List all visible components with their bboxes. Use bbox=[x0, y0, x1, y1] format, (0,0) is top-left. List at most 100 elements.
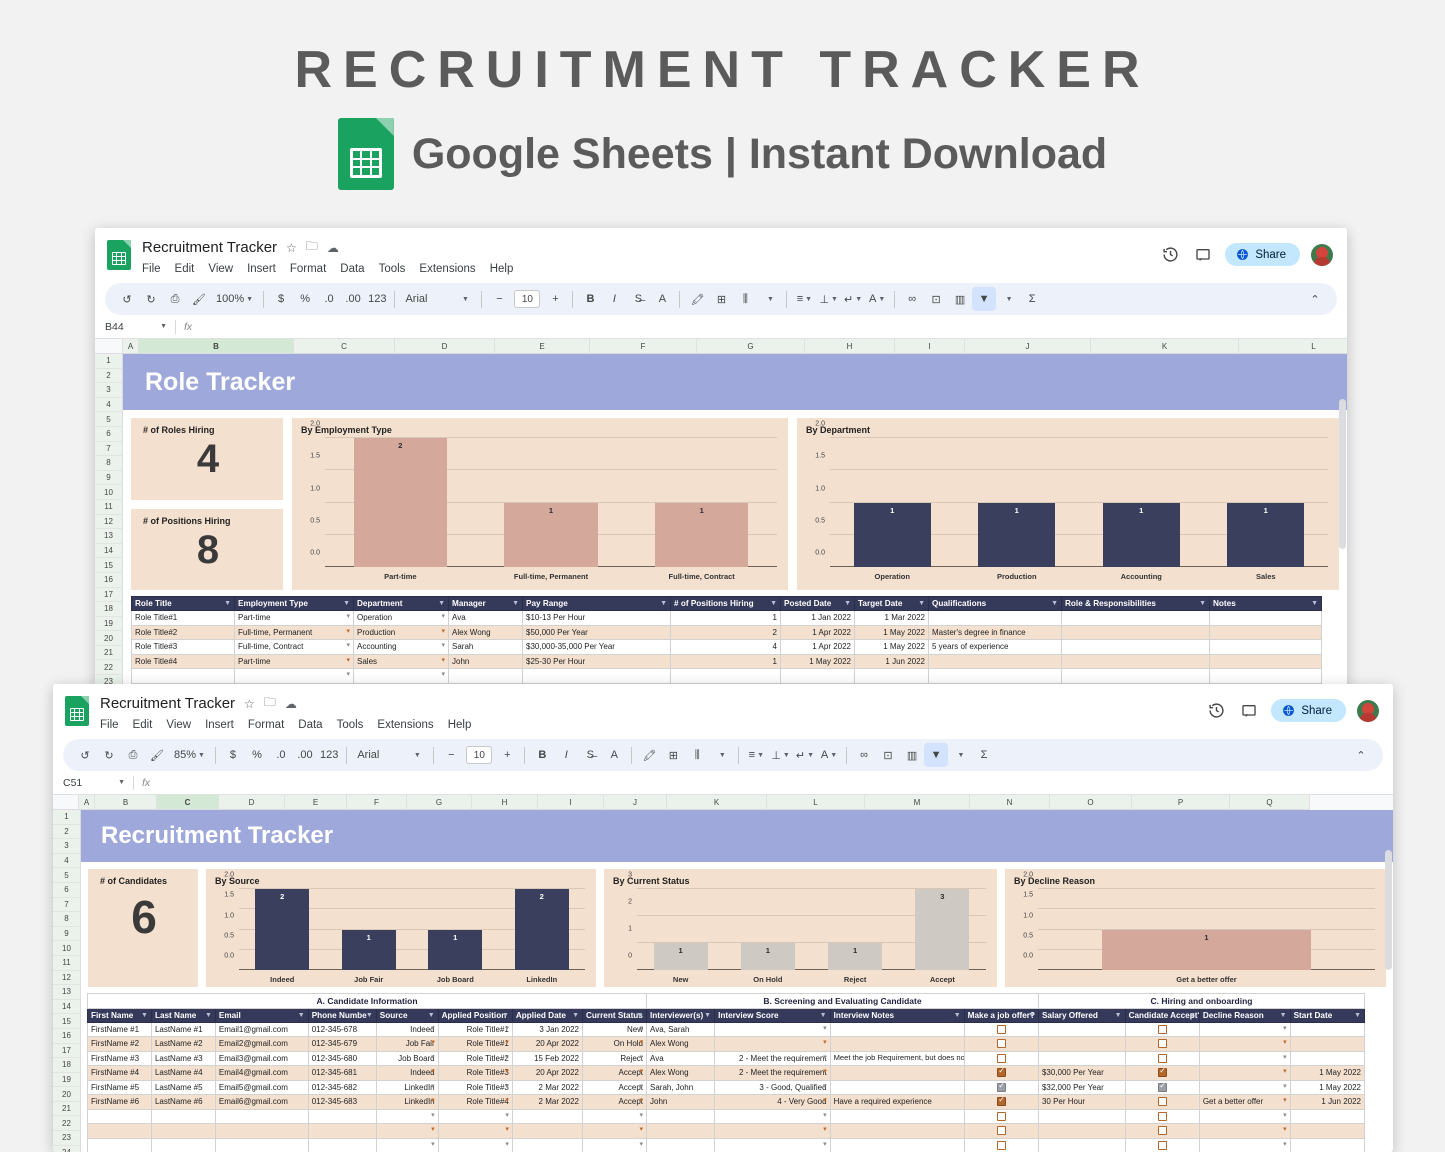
table-cell[interactable]: 2 - Meet the requirement bbox=[715, 1066, 831, 1081]
table-cell[interactable]: Role Title#4 bbox=[132, 654, 235, 669]
table-cell[interactable] bbox=[1038, 1124, 1125, 1139]
cloud-saved-icon[interactable]: ☁ bbox=[285, 697, 297, 711]
table-cell[interactable] bbox=[830, 1080, 964, 1095]
sheets-app-icon[interactable] bbox=[107, 240, 131, 270]
table-cell[interactable] bbox=[1199, 1080, 1290, 1095]
filter-icon[interactable]: ▼ bbox=[224, 600, 231, 607]
row-header-10[interactable]: 10 bbox=[53, 941, 81, 956]
menu-format[interactable]: Format bbox=[290, 261, 326, 278]
table-cell[interactable]: 1 Apr 2022 bbox=[781, 625, 855, 640]
column-header-j[interactable]: J bbox=[604, 795, 667, 810]
column-header-n[interactable]: N bbox=[970, 795, 1050, 810]
table-cell[interactable]: Role Title#3 bbox=[132, 640, 235, 655]
cloud-saved-icon[interactable]: ☁ bbox=[327, 241, 339, 255]
table-cell[interactable]: 1 May 2022 bbox=[781, 654, 855, 669]
row-header-14[interactable]: 14 bbox=[53, 1000, 81, 1015]
row-header-20[interactable]: 20 bbox=[53, 1087, 81, 1102]
table-cell[interactable]: Role Title#4 bbox=[438, 1095, 512, 1110]
table-cell[interactable] bbox=[1062, 654, 1210, 669]
row-header-3[interactable]: 3 bbox=[53, 839, 81, 854]
italic-button[interactable]: I bbox=[554, 743, 578, 767]
filter-icon[interactable]: ▼ bbox=[660, 600, 667, 607]
bold-button[interactable]: B bbox=[530, 743, 554, 767]
table-cell[interactable]: 1 May 2022 bbox=[1290, 1066, 1364, 1081]
table-cell[interactable]: Email1@gmail.com bbox=[215, 1022, 308, 1037]
table-cell[interactable]: FirstName #6 bbox=[88, 1095, 152, 1110]
name-box[interactable]: C51 ▼ bbox=[63, 777, 125, 789]
table-row[interactable]: FirstName #6LastName #6Email6@gmail.com0… bbox=[88, 1095, 1365, 1110]
table-cell[interactable] bbox=[1199, 1051, 1290, 1066]
text-wrap-button[interactable]: ↵▼ bbox=[841, 287, 865, 311]
table-cell[interactable]: FirstName #1 bbox=[88, 1022, 152, 1037]
table-cell[interactable]: Accept bbox=[583, 1066, 647, 1081]
row-header-2[interactable]: 2 bbox=[53, 825, 81, 840]
row-header-5[interactable]: 5 bbox=[53, 868, 81, 883]
checkbox[interactable] bbox=[1158, 1054, 1167, 1063]
star-icon[interactable]: ☆ bbox=[286, 241, 297, 255]
column-header-cell[interactable]: Interview Score▼ bbox=[715, 1008, 831, 1022]
table-cell[interactable]: 012-345-678 bbox=[308, 1022, 376, 1037]
table-cell[interactable]: John bbox=[647, 1095, 715, 1110]
table-cell[interactable] bbox=[1038, 1051, 1125, 1066]
print-button[interactable]: ⎙ bbox=[163, 287, 187, 311]
table-cell[interactable]: 1 May 2022 bbox=[855, 640, 929, 655]
table-cell[interactable] bbox=[583, 1138, 647, 1152]
table-cell[interactable] bbox=[715, 1109, 831, 1124]
table-cell[interactable] bbox=[1210, 654, 1322, 669]
table-cell[interactable] bbox=[354, 669, 449, 684]
table-cell[interactable]: 1 Jan 2022 bbox=[781, 611, 855, 626]
checkbox[interactable] bbox=[1158, 1097, 1167, 1106]
table-cell[interactable]: Indeed bbox=[376, 1066, 438, 1081]
table-cell[interactable]: Ava, Sarah bbox=[647, 1022, 715, 1037]
checkbox-cell[interactable] bbox=[1125, 1138, 1199, 1152]
row-header-7[interactable]: 7 bbox=[53, 898, 81, 913]
table-cell[interactable]: 30 Per Hour bbox=[1038, 1095, 1125, 1110]
checkbox[interactable] bbox=[997, 1025, 1006, 1034]
table-cell[interactable] bbox=[215, 1138, 308, 1152]
functions-button[interactable]: Σ bbox=[972, 743, 996, 767]
table-row[interactable]: FirstName #4LastName #4Email4@gmail.com0… bbox=[88, 1066, 1365, 1081]
row-header-8[interactable]: 8 bbox=[53, 912, 81, 927]
user-avatar[interactable] bbox=[1357, 700, 1379, 722]
row-header-16[interactable]: 16 bbox=[53, 1029, 81, 1044]
row-header-22[interactable]: 22 bbox=[95, 660, 123, 675]
borders-button[interactable]: ⊞ bbox=[661, 743, 685, 767]
row-header-4[interactable]: 4 bbox=[95, 398, 123, 413]
decrease-decimal-button[interactable]: .0 bbox=[317, 287, 341, 311]
insert-comment-button[interactable]: ⊡ bbox=[924, 287, 948, 311]
table-cell[interactable] bbox=[1199, 1037, 1290, 1052]
checkbox[interactable] bbox=[1158, 1112, 1167, 1121]
table-cell[interactable] bbox=[715, 1124, 831, 1139]
column-header-cell[interactable]: Posted Date▼ bbox=[781, 597, 855, 611]
version-history-icon[interactable] bbox=[1205, 700, 1227, 722]
checkbox-cell[interactable] bbox=[964, 1138, 1038, 1152]
table-cell[interactable] bbox=[1290, 1051, 1364, 1066]
table-cell[interactable] bbox=[151, 1109, 215, 1124]
table-cell[interactable]: $32,000 Per Year bbox=[1038, 1080, 1125, 1095]
filter-icon[interactable]: ▼ bbox=[366, 1012, 373, 1019]
percent-format-button[interactable]: % bbox=[245, 743, 269, 767]
table-cell[interactable] bbox=[715, 1138, 831, 1152]
table-cell[interactable]: Operation bbox=[354, 611, 449, 626]
checkbox-cell[interactable] bbox=[1125, 1124, 1199, 1139]
text-color-button[interactable]: A bbox=[602, 743, 626, 767]
checkbox[interactable] bbox=[997, 1039, 1006, 1048]
table-cell[interactable]: 2 bbox=[671, 625, 781, 640]
filter-icon[interactable]: ▼ bbox=[1115, 1012, 1122, 1019]
insert-link-button[interactable]: ∞ bbox=[900, 287, 924, 311]
checkbox-cell[interactable] bbox=[964, 1037, 1038, 1052]
comment-icon[interactable] bbox=[1192, 244, 1214, 266]
column-header-g[interactable]: G bbox=[407, 795, 472, 810]
table-cell[interactable] bbox=[1290, 1124, 1364, 1139]
table-cell[interactable]: 1 bbox=[671, 654, 781, 669]
paint-format-button[interactable]: 🖌 bbox=[187, 287, 211, 311]
filter-icon[interactable]: ▼ bbox=[438, 600, 445, 607]
column-header-k[interactable]: K bbox=[1091, 339, 1239, 354]
table-cell[interactable] bbox=[1199, 1138, 1290, 1152]
table-cell[interactable] bbox=[438, 1124, 512, 1139]
font-size-input[interactable]: 10 bbox=[511, 287, 543, 311]
checkbox[interactable] bbox=[997, 1054, 1006, 1063]
table-cell[interactable] bbox=[523, 669, 671, 684]
filter-icon[interactable]: ▼ bbox=[1051, 600, 1058, 607]
font-dropdown-caret[interactable]: ▼ bbox=[452, 287, 476, 311]
